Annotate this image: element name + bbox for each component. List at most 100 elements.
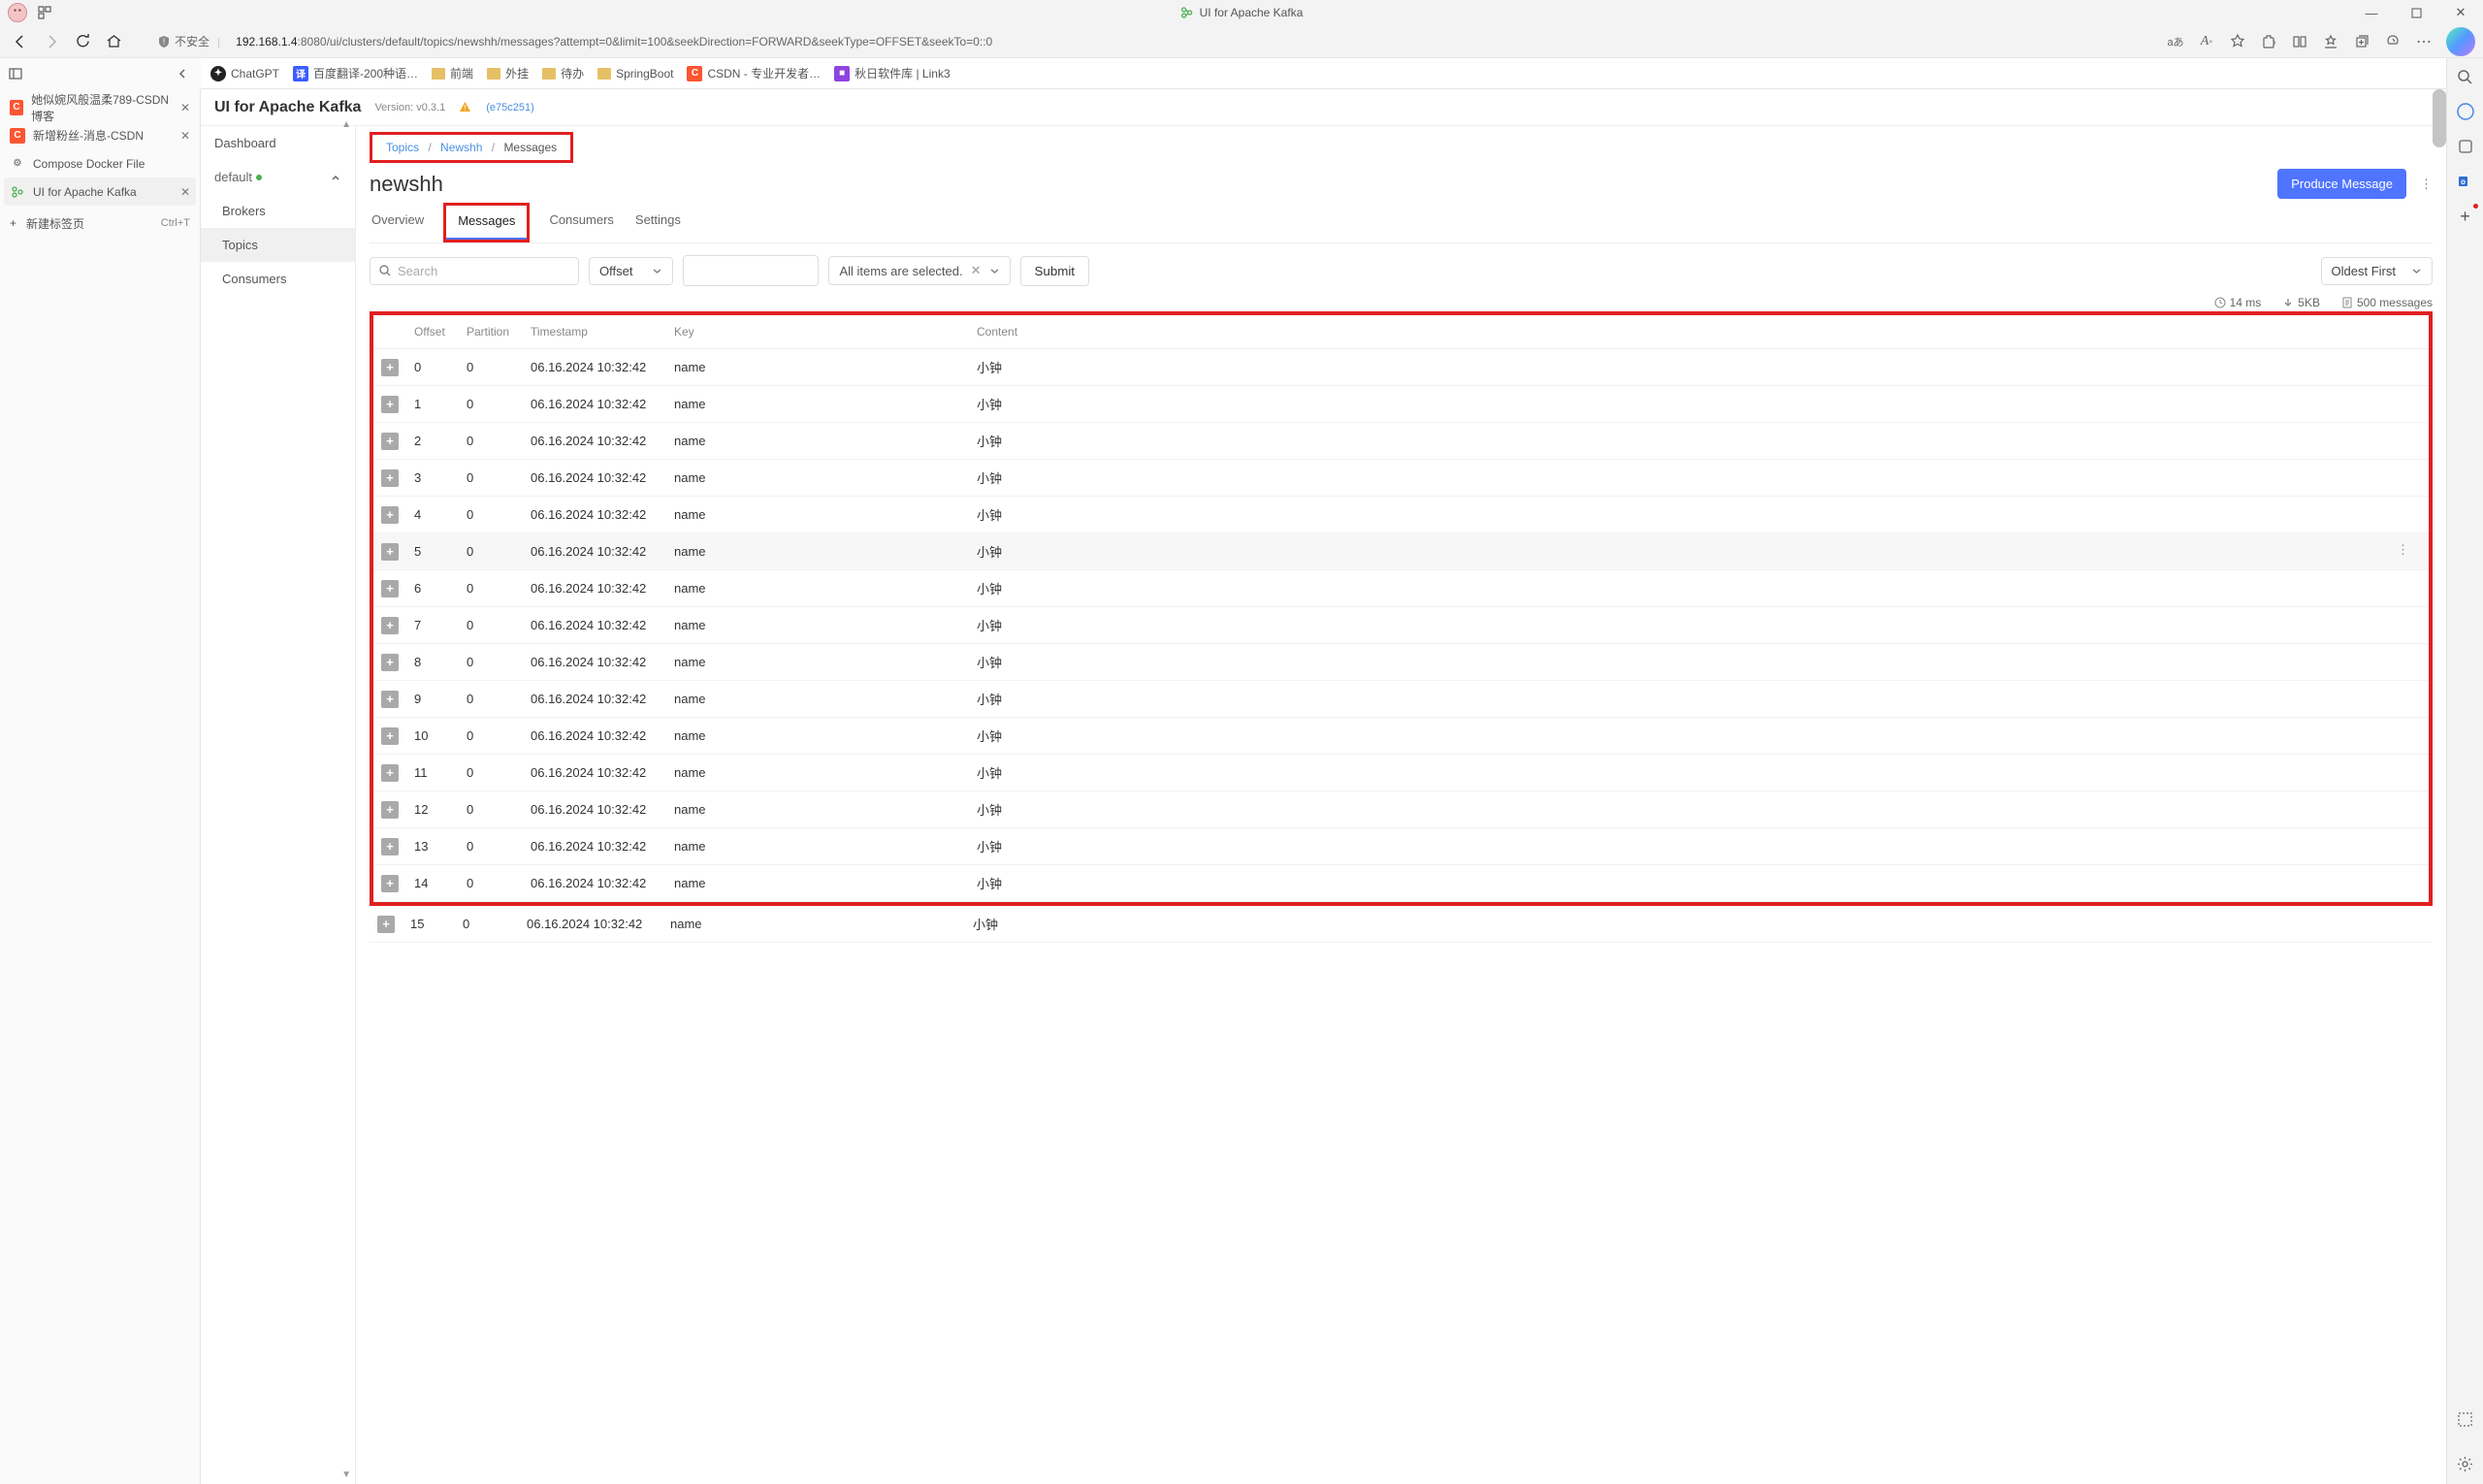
- minimize-button[interactable]: —: [2349, 0, 2394, 25]
- breadcrumb-topics[interactable]: Topics: [386, 141, 419, 154]
- expand-row-button[interactable]: +: [381, 801, 399, 819]
- table-row[interactable]: +9006.16.2024 10:32:42name小钟: [373, 681, 2429, 718]
- workspaces-icon[interactable]: [31, 5, 58, 20]
- tabs-panel-icon[interactable]: [8, 66, 25, 81]
- seek-value-input[interactable]: [683, 255, 819, 286]
- bookmark-item[interactable]: SpringBoot: [597, 67, 673, 81]
- favorites-bar-button[interactable]: [2318, 29, 2343, 54]
- col-content[interactable]: Content: [969, 315, 2429, 349]
- clear-icon[interactable]: ✕: [971, 263, 982, 278]
- add-sidebar-icon[interactable]: +: [2455, 206, 2476, 227]
- app-commit-sha[interactable]: (e75c251): [486, 102, 534, 113]
- expand-row-button[interactable]: +: [381, 396, 399, 413]
- breadcrumb-topic[interactable]: Newshh: [440, 141, 482, 154]
- vertical-tab[interactable]: ⚙Compose Docker File: [4, 149, 196, 177]
- expand-row-button[interactable]: +: [381, 875, 399, 892]
- split-screen-button[interactable]: [2287, 29, 2312, 54]
- expand-row-button[interactable]: +: [381, 433, 399, 450]
- bookmark-item[interactable]: ✦ChatGPT: [210, 66, 279, 81]
- tab-overview[interactable]: Overview: [370, 203, 426, 242]
- expand-row-button[interactable]: +: [381, 506, 399, 524]
- collections-button[interactable]: [2349, 29, 2374, 54]
- table-row[interactable]: +5006.16.2024 10:32:42name小钟⋮: [373, 533, 2429, 570]
- sidebar-item-consumers[interactable]: Consumers: [201, 262, 355, 296]
- produce-message-button[interactable]: Produce Message: [2277, 169, 2406, 199]
- security-indicator[interactable]: ! 不安全 |: [151, 33, 230, 49]
- expand-row-button[interactable]: +: [381, 691, 399, 708]
- bookmark-item[interactable]: 待办: [542, 65, 584, 81]
- table-row[interactable]: +0006.16.2024 10:32:42name小钟: [373, 349, 2429, 386]
- search-sidebar-icon[interactable]: [2455, 66, 2476, 87]
- sidebar-item-cluster[interactable]: default: [201, 160, 355, 194]
- close-button[interactable]: ✕: [2438, 0, 2483, 25]
- sidebar-item-topics[interactable]: Topics: [201, 228, 355, 262]
- expand-row-button[interactable]: +: [381, 617, 399, 634]
- vertical-tab[interactable]: C新增粉丝-消息-CSDN✕: [4, 121, 196, 149]
- vertical-tab[interactable]: C她似婉风般温柔789-CSDN博客✕: [4, 93, 196, 121]
- url-display[interactable]: 192.168.1.4:8080/ui/clusters/default/top…: [236, 35, 2157, 48]
- table-row[interactable]: +10006.16.2024 10:32:42name小钟: [373, 718, 2429, 755]
- expand-row-button[interactable]: +: [381, 727, 399, 745]
- sort-select[interactable]: Oldest First: [2321, 257, 2433, 285]
- copilot-sidebar-icon[interactable]: [2455, 101, 2476, 122]
- vertical-tab[interactable]: UI for Apache Kafka✕: [4, 177, 196, 206]
- settings-sidebar-icon[interactable]: [2455, 1453, 2476, 1474]
- table-row[interactable]: +8006.16.2024 10:32:42name小钟: [373, 644, 2429, 681]
- col-partition[interactable]: Partition: [459, 315, 523, 349]
- table-row[interactable]: +13006.16.2024 10:32:42name小钟: [373, 828, 2429, 865]
- scroll-up-icon[interactable]: ▲: [341, 119, 351, 130]
- favorite-button[interactable]: [2225, 29, 2250, 54]
- seek-type-select[interactable]: Offset: [589, 257, 673, 285]
- read-aloud-button[interactable]: A»: [2194, 29, 2219, 54]
- bookmark-item[interactable]: CCSDN - 专业开发者…: [687, 65, 821, 81]
- table-row[interactable]: +11006.16.2024 10:32:42name小钟: [373, 755, 2429, 791]
- tab-settings[interactable]: Settings: [633, 203, 683, 242]
- outlook-sidebar-icon[interactable]: o: [2455, 171, 2476, 192]
- partition-filter-chip[interactable]: All items are selected. ✕: [828, 256, 1010, 285]
- profile-avatar[interactable]: [8, 3, 27, 22]
- tab-messages[interactable]: Messages: [446, 206, 527, 240]
- col-timestamp[interactable]: Timestamp: [523, 315, 666, 349]
- maximize-button[interactable]: [2394, 0, 2438, 25]
- bookmark-item[interactable]: 译百度翻译-200种语…: [293, 65, 418, 81]
- table-row[interactable]: +2006.16.2024 10:32:42name小钟: [373, 423, 2429, 460]
- expand-row-button[interactable]: +: [381, 359, 399, 376]
- back-button[interactable]: [8, 29, 33, 54]
- expand-row-button[interactable]: +: [381, 580, 399, 597]
- expand-row-button[interactable]: +: [381, 654, 399, 671]
- bookmark-item[interactable]: 前端: [432, 65, 473, 81]
- menu-button[interactable]: ⋯: [2411, 29, 2436, 54]
- expand-row-button[interactable]: +: [381, 469, 399, 487]
- scrollbar-thumb[interactable]: [2433, 89, 2446, 147]
- collapse-tabs-icon[interactable]: [176, 67, 193, 81]
- expand-row-button[interactable]: +: [377, 916, 395, 933]
- submit-button[interactable]: Submit: [1020, 256, 1089, 286]
- table-row[interactable]: +15006.16.2024 10:32:42name小钟: [370, 906, 2433, 943]
- refresh-button[interactable]: [70, 29, 95, 54]
- col-offset[interactable]: Offset: [406, 315, 459, 349]
- table-row[interactable]: +1006.16.2024 10:32:42name小钟: [373, 386, 2429, 423]
- row-menu-button[interactable]: ⋮: [2397, 542, 2409, 558]
- sidebar-item-brokers[interactable]: Brokers: [201, 194, 355, 228]
- table-row[interactable]: +14006.16.2024 10:32:42name小钟: [373, 865, 2429, 902]
- bookmark-item[interactable]: 外挂: [487, 65, 529, 81]
- screenshot-sidebar-icon[interactable]: [2455, 1408, 2476, 1430]
- expand-row-button[interactable]: +: [381, 543, 399, 561]
- performance-button[interactable]: [2380, 29, 2405, 54]
- home-button[interactable]: [101, 29, 126, 54]
- close-tab-icon[interactable]: ✕: [180, 185, 190, 199]
- expand-row-button[interactable]: +: [381, 838, 399, 855]
- bookmark-item[interactable]: ■秋日软件库 | Link3: [834, 65, 950, 81]
- scroll-down-icon[interactable]: ▼: [341, 1469, 351, 1480]
- table-row[interactable]: +7006.16.2024 10:32:42name小钟: [373, 607, 2429, 644]
- translate-button[interactable]: aあ: [2163, 29, 2188, 54]
- topic-menu-button[interactable]: ⋮: [2420, 177, 2433, 192]
- table-row[interactable]: +12006.16.2024 10:32:42name小钟: [373, 791, 2429, 828]
- table-row[interactable]: +3006.16.2024 10:32:42name小钟: [373, 460, 2429, 497]
- col-key[interactable]: Key: [666, 315, 969, 349]
- search-input[interactable]: Search: [370, 257, 579, 285]
- table-row[interactable]: +4006.16.2024 10:32:42name小钟: [373, 497, 2429, 533]
- close-tab-icon[interactable]: ✕: [180, 129, 190, 143]
- table-row[interactable]: +6006.16.2024 10:32:42name小钟: [373, 570, 2429, 607]
- copilot-button[interactable]: [2446, 27, 2475, 56]
